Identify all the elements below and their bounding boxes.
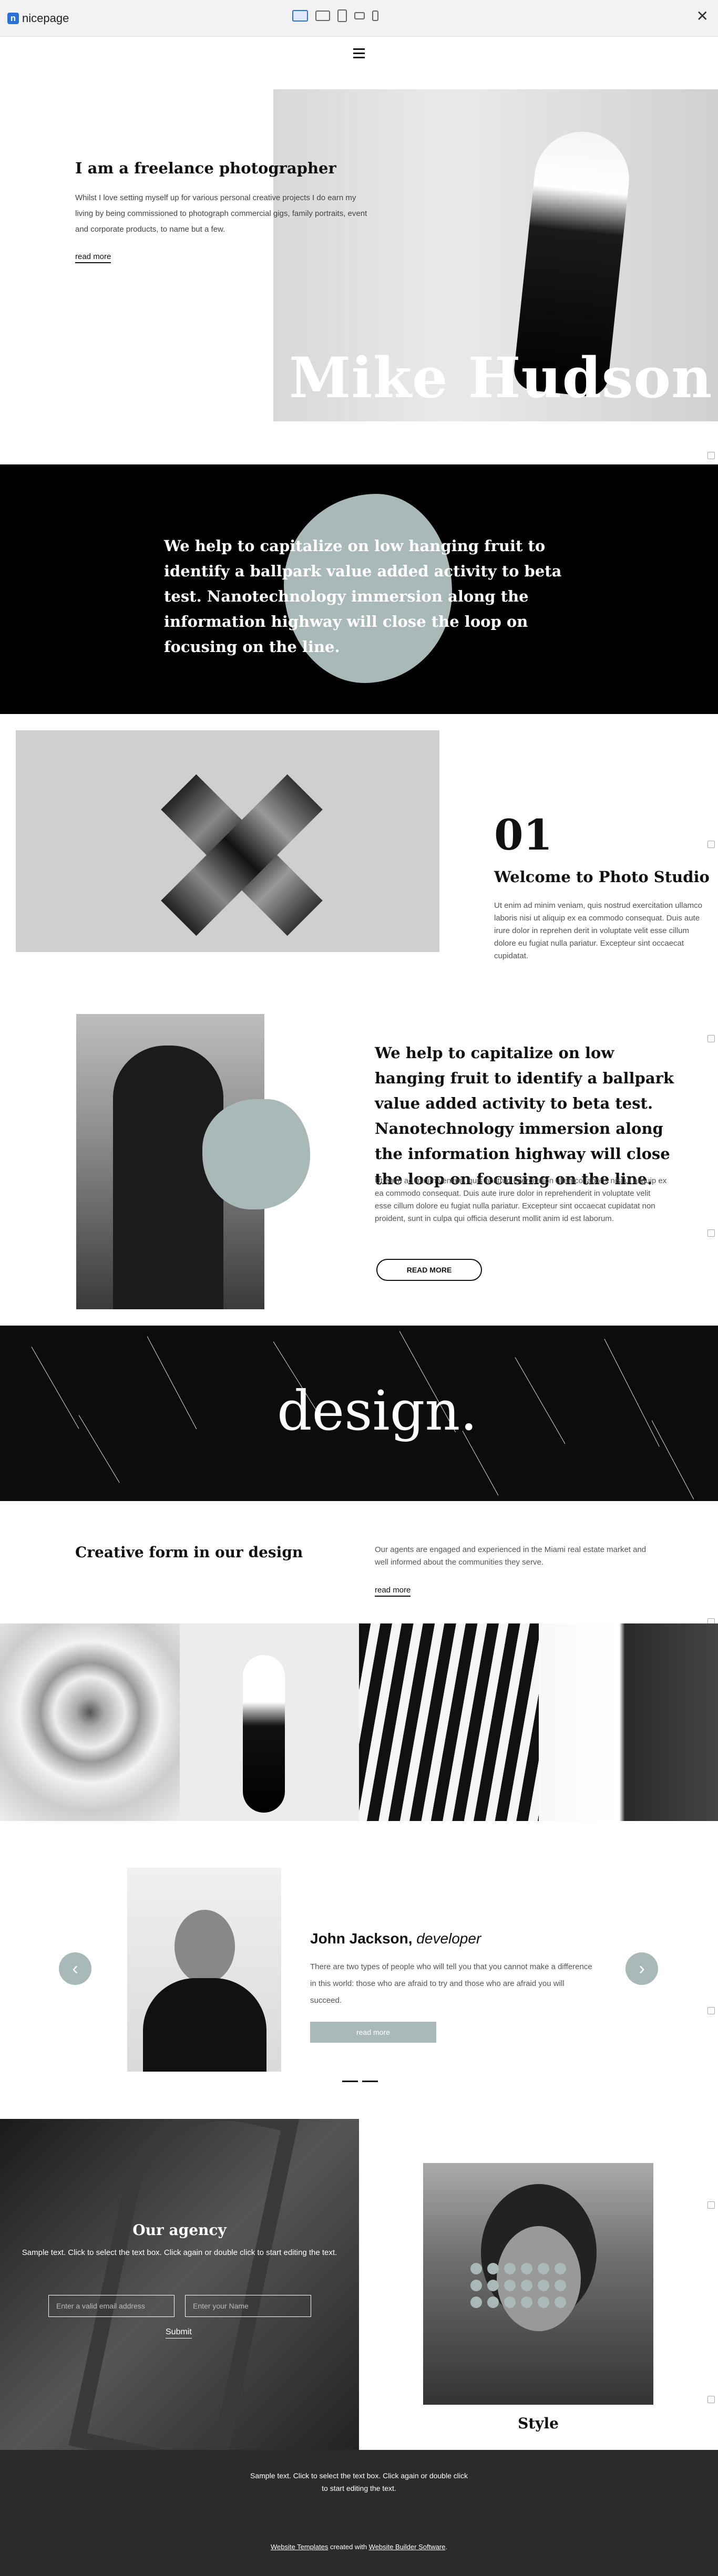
x-shape-image xyxy=(16,730,439,952)
hero-read-more-link[interactable]: read more xyxy=(75,252,111,263)
tablet-landscape-icon[interactable] xyxy=(337,9,347,22)
phone-icon[interactable] xyxy=(372,11,378,21)
section-settings-icon[interactable] xyxy=(707,452,715,459)
section-settings-icon[interactable] xyxy=(707,841,715,848)
footer xyxy=(0,2450,718,2576)
agency-section xyxy=(0,2119,359,2450)
desktop-icon[interactable] xyxy=(292,10,308,22)
about-text: Ut enim ad minim veniam, quis nostrud ex… xyxy=(375,1176,667,1223)
section-settings-icon[interactable] xyxy=(707,1229,715,1237)
website-builder-link[interactable]: Website Builder Software xyxy=(369,2543,446,2551)
gallery-image-spiral[interactable] xyxy=(0,1623,180,1821)
device-switcher xyxy=(292,9,378,22)
style-label: Style xyxy=(518,2415,559,2432)
brand-name: nicepage xyxy=(22,12,69,25)
section-settings-icon[interactable] xyxy=(707,1035,715,1042)
decorative-blob xyxy=(202,1099,310,1209)
hero-name: Mike Hudson xyxy=(289,345,713,410)
image-gallery xyxy=(0,1623,718,1821)
design-word: design. xyxy=(277,1379,478,1443)
creative-read-more-link[interactable]: read more xyxy=(375,1586,411,1597)
section-number: 01 xyxy=(494,810,553,860)
gallery-image-architecture[interactable] xyxy=(538,1623,718,1821)
nicepage-logo-icon: n xyxy=(7,13,19,24)
editor-toolbar: n nicepage ✕ xyxy=(0,0,718,37)
author-role: developer xyxy=(416,1930,481,1947)
menu-icon[interactable] xyxy=(353,48,365,61)
style-image xyxy=(423,2163,653,2405)
tablet-portrait-icon[interactable] xyxy=(354,12,365,19)
section-settings-icon[interactable] xyxy=(707,2396,715,2403)
statement-text: We help to capitalize on low hanging fru… xyxy=(164,537,562,656)
credits-end-text: . xyxy=(445,2543,448,2551)
agency-text: Sample text. Click to select the text bo… xyxy=(22,2248,337,2257)
testimonial-author: John Jackson, developer xyxy=(310,1930,481,1947)
testimonial-read-more-button[interactable]: read more xyxy=(310,2022,436,2043)
gallery-image-zebra[interactable] xyxy=(359,1623,539,1821)
creative-text: Our agents are engaged and experienced i… xyxy=(375,1545,647,1567)
studio-heading: Welcome to Photo Studio xyxy=(494,868,710,886)
section-settings-icon[interactable] xyxy=(707,2007,715,2014)
footer-credits: Website Templates created with Website B… xyxy=(0,2543,718,2551)
brand-logo[interactable]: n nicepage xyxy=(7,12,69,25)
submit-button[interactable]: Submit xyxy=(166,2327,192,2339)
credits-middle-text: created with xyxy=(328,2543,369,2551)
studio-text: Ut enim ad minim veniam, quis nostrud ex… xyxy=(494,901,702,960)
author-name: John Jackson, xyxy=(310,1930,413,1947)
hero-heading: I am a freelance photographer xyxy=(75,159,336,177)
close-icon[interactable]: ✕ xyxy=(696,7,709,25)
hero-text: Whilst I love setting myself up for vari… xyxy=(75,193,367,234)
email-field[interactable]: Enter a valid email address xyxy=(48,2295,175,2317)
read-more-button[interactable]: READ MORE xyxy=(376,1259,482,1281)
avatar xyxy=(127,1868,281,2072)
gallery-image-feather[interactable] xyxy=(179,1623,359,1821)
section-settings-icon[interactable] xyxy=(707,2201,715,2209)
testimonial-text: There are two types of people who will t… xyxy=(310,1962,592,2005)
next-arrow-icon[interactable]: › xyxy=(625,1952,658,1985)
name-field[interactable]: Enter your Name xyxy=(185,2295,311,2317)
creative-heading: Creative form in our design xyxy=(75,1544,303,1561)
footer-text: Sample text. Click to select the text bo… xyxy=(250,2471,468,2492)
laptop-icon[interactable] xyxy=(315,11,330,21)
about-heading: We help to capitalize on low hanging fru… xyxy=(375,1044,674,1188)
prev-arrow-icon[interactable]: ‹ xyxy=(59,1952,91,1985)
agency-heading: Our agency xyxy=(132,2221,227,2239)
website-templates-link[interactable]: Website Templates xyxy=(271,2543,328,2551)
slider-indicators[interactable] xyxy=(342,2081,378,2082)
